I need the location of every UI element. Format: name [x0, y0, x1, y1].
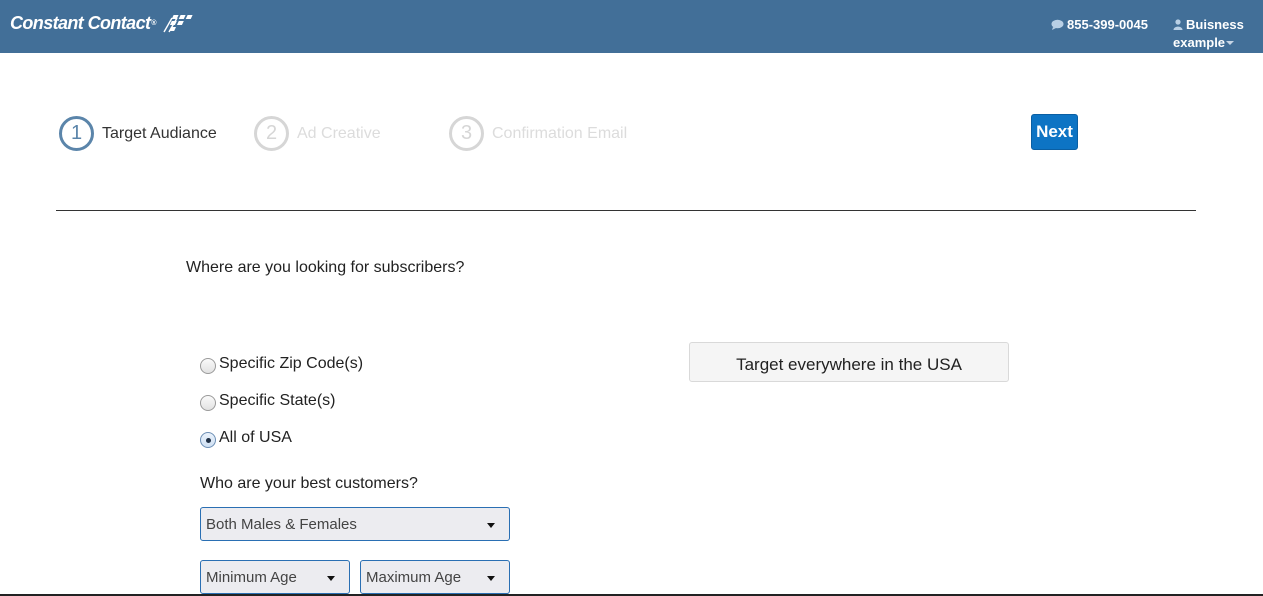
all-usa-radio[interactable] [200, 432, 216, 448]
step-confirmation-email[interactable]: 3 Confirmation Email [449, 116, 627, 151]
user-name-line1: Buisness [1186, 17, 1244, 32]
caret-down-icon [327, 576, 335, 581]
step-number-2: 2 [254, 116, 289, 151]
minimum-age-select[interactable]: Minimum Age [200, 560, 350, 594]
next-button[interactable]: Next [1031, 114, 1078, 150]
step-number-1: 1 [59, 116, 94, 151]
brand-name: Constant Contact [10, 12, 151, 33]
top-nav-bar: Constant Contact® 855-399-0045 Buisness [0, 0, 1263, 53]
user-icon [1173, 19, 1183, 30]
caret-down-icon [487, 576, 495, 581]
user-menu[interactable]: Buisness example [1173, 16, 1244, 52]
brand-registered-mark: ® [151, 19, 156, 27]
step-label-target-audience: Target Audiance [102, 124, 217, 142]
location-question: Where are you looking for subscribers? [186, 259, 465, 276]
state-radio-label: Specific State(s) [219, 392, 336, 409]
constant-contact-logo[interactable]: Constant Contact ® [10, 12, 194, 34]
radio-option-zip[interactable]: Specific Zip Code(s) [200, 354, 363, 374]
zip-radio-label: Specific Zip Code(s) [219, 355, 364, 372]
radio-option-all-usa[interactable]: All of USA [200, 428, 292, 448]
phone-number: 855-399-0045 [1067, 17, 1148, 32]
user-name-line2: example [1173, 35, 1226, 50]
step-target-audience[interactable]: 1 Target Audiance [59, 116, 217, 151]
customers-question: Who are your best customers? [200, 475, 418, 492]
state-radio[interactable] [200, 395, 216, 411]
maximum-age-value: Maximum Age [366, 568, 462, 586]
caret-down-icon [487, 523, 495, 528]
step-number-3: 3 [449, 116, 484, 151]
minimum-age-value: Minimum Age [206, 568, 297, 586]
step-label-ad-creative: Ad Creative [297, 124, 381, 142]
section-divider [56, 210, 1196, 211]
support-phone[interactable]: 855-399-0045 [1051, 17, 1148, 32]
step-ad-creative[interactable]: 2 Ad Creative [254, 116, 381, 151]
zip-radio[interactable] [200, 358, 216, 374]
logo-flag-icon [163, 15, 193, 33]
chevron-down-icon [1226, 41, 1235, 45]
gender-select-value: Both Males & Females [206, 515, 357, 533]
target-everywhere-button[interactable]: Target everywhere in the USA [689, 342, 1009, 382]
gender-select[interactable]: Both Males & Females [200, 507, 510, 541]
radio-option-state[interactable]: Specific State(s) [200, 391, 335, 411]
all-usa-radio-label: All of USA [219, 429, 292, 446]
step-label-confirmation-email: Confirmation Email [492, 124, 628, 142]
chat-bubble-icon [1051, 19, 1064, 30]
maximum-age-select[interactable]: Maximum Age [360, 560, 510, 594]
